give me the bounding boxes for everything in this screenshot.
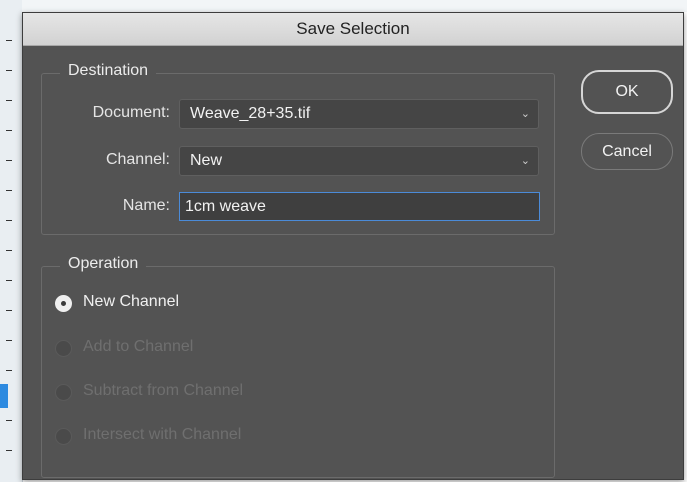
radio-unselected-icon	[55, 428, 72, 445]
ruler-tick	[6, 130, 12, 131]
radio-selected-icon	[55, 295, 72, 312]
background-selection-marker	[0, 384, 8, 408]
radio-label: Subtract from Channel	[83, 382, 244, 399]
name-input[interactable]	[179, 192, 540, 221]
chevron-down-icon: ⌄	[520, 155, 530, 167]
dialog-titlebar[interactable]: Save Selection	[23, 13, 683, 46]
ruler-tick	[6, 220, 12, 221]
save-selection-dialog: Save Selection Destination Document: Wea…	[22, 12, 684, 480]
ruler-tick	[6, 160, 12, 161]
chevron-down-icon: ⌄	[520, 108, 530, 120]
ruler-tick	[6, 70, 12, 71]
ruler-tick	[6, 420, 12, 421]
operation-group-label: Operation	[60, 255, 147, 273]
radio-label: Intersect with Channel	[83, 426, 242, 443]
channel-label: Channel:	[105, 151, 170, 168]
cancel-button[interactable]: Cancel	[581, 133, 673, 170]
radio-unselected-icon	[55, 384, 72, 401]
name-label: Name:	[122, 197, 170, 214]
ok-button[interactable]: OK	[581, 70, 673, 114]
dialog-title: Save Selection	[296, 19, 410, 38]
ruler-tick	[6, 370, 12, 371]
ruler-tick	[6, 450, 12, 451]
document-label: Document:	[92, 104, 170, 121]
radio-unselected-icon	[55, 340, 72, 357]
destination-group: Destination Document: Weave_28+35.tif ⌄ …	[41, 62, 555, 235]
document-select[interactable]: Weave_28+35.tif ⌄	[179, 99, 539, 129]
background-canvas-ruler	[0, 0, 23, 482]
channel-select[interactable]: New ⌄	[179, 146, 539, 176]
channel-select-value: New	[190, 152, 223, 169]
ruler-tick	[6, 40, 12, 41]
ruler-tick	[6, 280, 12, 281]
ruler-tick	[6, 190, 12, 191]
document-select-value: Weave_28+35.tif	[190, 105, 311, 122]
ruler-tick	[6, 310, 12, 311]
radio-label: Add to Channel	[83, 338, 194, 355]
ruler-tick	[6, 340, 12, 341]
background-top-strip	[22, 0, 687, 12]
radio-label: New Channel	[83, 293, 180, 310]
destination-group-label: Destination	[60, 62, 157, 80]
ruler-tick	[6, 100, 12, 101]
ruler-tick	[6, 250, 12, 251]
